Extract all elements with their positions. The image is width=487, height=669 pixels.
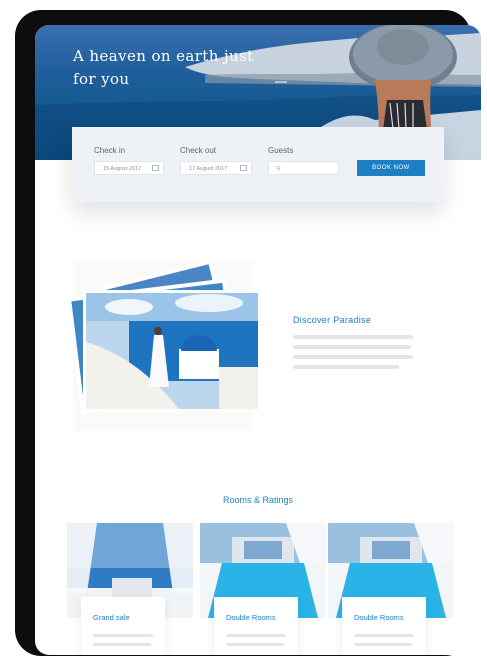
room-card[interactable]: Grand sale	[67, 523, 193, 655]
room-description	[93, 634, 155, 646]
checkin-value: 15 August 2017	[103, 166, 142, 172]
checkin-label: Check in	[94, 146, 126, 155]
room-info-card: Double Rooms	[342, 597, 426, 655]
discover-text-line	[293, 365, 399, 369]
guests-label: Guests	[268, 146, 294, 155]
book-now-button[interactable]: BOOK NOW	[357, 160, 425, 176]
rooms-title: Rooms & Ratings	[222, 495, 294, 505]
guests-value: 6	[277, 166, 281, 172]
room-card[interactable]: Double Rooms	[328, 523, 454, 655]
room-description	[226, 634, 288, 646]
booking-form: Check in 15 August 2017 Check out 17 Aug…	[72, 127, 444, 202]
calendar-icon[interactable]	[152, 165, 159, 171]
hero-title: A heaven on earth just for you	[73, 47, 254, 88]
checkout-field[interactable]: 17 August 2017	[180, 161, 252, 175]
device-frame: A heaven on earth just for you Check in …	[15, 10, 481, 656]
room-card[interactable]: Double Rooms	[200, 523, 326, 655]
checkout-label: Check out	[180, 146, 217, 155]
room-info-card: Grand sale	[81, 597, 165, 655]
checkin-field[interactable]: 15 August 2017	[94, 161, 164, 175]
discover-text-line	[293, 355, 413, 359]
room-description	[354, 634, 416, 646]
calendar-icon[interactable]	[240, 165, 247, 171]
discover-text-line	[293, 335, 413, 339]
room-info-card: Double Rooms	[214, 597, 298, 655]
guests-field[interactable]: 6	[268, 161, 339, 175]
screen: A heaven on earth just for you Check in …	[35, 25, 481, 655]
room-name: Double Rooms	[354, 613, 404, 622]
checkout-value: 17 August 2017	[189, 166, 228, 172]
room-name: Grand sale	[93, 613, 130, 622]
photo-stack	[66, 259, 261, 431]
discover-title: Discover Paradise	[293, 315, 372, 325]
room-name: Double Rooms	[226, 613, 276, 622]
discover-text-line	[293, 345, 411, 349]
